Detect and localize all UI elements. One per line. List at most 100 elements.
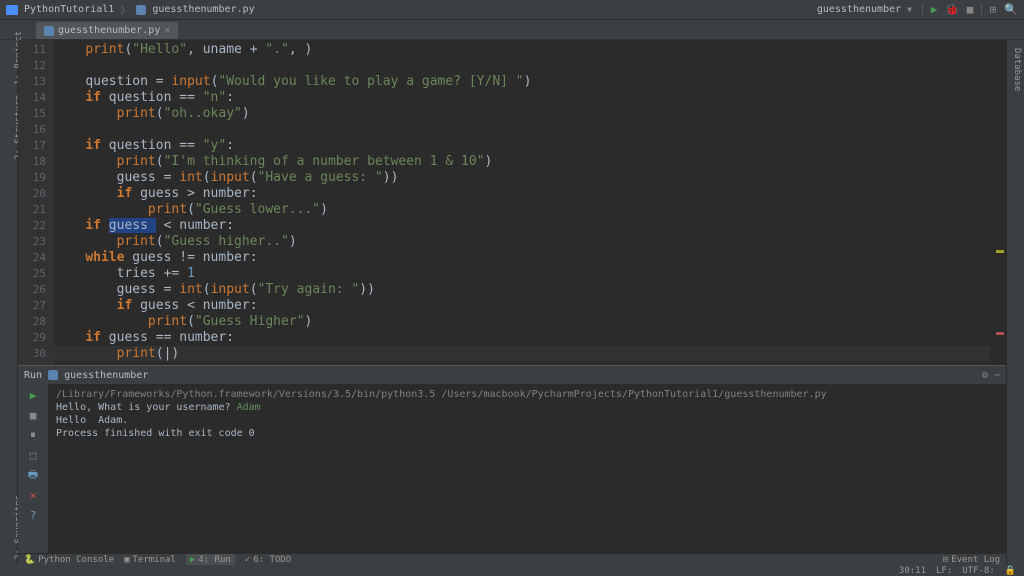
minimize-icon[interactable]: − [994,370,1000,381]
breadcrumb-project[interactable]: PythonTutorial1 [24,4,114,15]
cursor-position[interactable]: 30:11 [899,566,926,576]
editor-tabs: guessthenumber.py × [0,20,1024,40]
code-line[interactable] [54,122,990,138]
run-toolbar: ▶ ■ ⏸ ⬚ 🖶 ✕ ? [18,384,48,565]
error-marker[interactable] [996,332,1004,335]
code-line[interactable]: tries += 1 [54,266,990,282]
line-number[interactable]: 29 [18,330,54,346]
run-tool-window: Run guessthenumber ⚙ − ▶ ■ ⏸ ⬚ 🖶 ✕ ? /Li… [18,365,1006,565]
code-content[interactable]: print("Hello", uname + ".", ) question =… [54,40,990,376]
run-tool-button[interactable]: ▶ 4: Run [186,554,235,566]
line-number[interactable]: 19 [18,170,54,186]
run-config-selector[interactable]: guessthenumber ▼ [811,4,918,15]
bottom-tool-buttons: 🐍 Python Console ▣ Terminal ▶ 4: Run ✓ 6… [18,553,1006,565]
close-icon[interactable]: × [164,25,170,36]
lock-icon[interactable]: 🔒 [1005,566,1016,576]
line-number[interactable]: 30 [18,346,54,362]
event-log-button[interactable]: ⊟ Event Log [943,555,1000,565]
line-number[interactable]: 16 [18,122,54,138]
code-line[interactable]: if question == "n": [54,90,990,106]
top-toolbar: PythonTutorial1 〉 guessthenumber.py gues… [0,0,1024,20]
tab-label: guessthenumber.py [58,25,160,36]
run-button[interactable]: ▶ [927,3,941,17]
line-number[interactable]: 27 [18,298,54,314]
code-line[interactable]: guess = int(input("Try again: ")) [54,282,990,298]
line-number[interactable]: 28 [18,314,54,330]
python-file-icon [48,370,58,380]
line-number[interactable]: 23 [18,234,54,250]
code-editor[interactable]: 1112131415161718192021222324252627282930… [18,40,1006,376]
breadcrumb-file[interactable]: guessthenumber.py [152,4,254,15]
toolbar-actions: guessthenumber ▼ ▶ 🐞 ■ ⊞ 🔍 [811,3,1018,17]
file-encoding[interactable]: UTF-8: [962,566,995,576]
editor-tab[interactable]: guessthenumber.py × [36,22,178,39]
gear-icon[interactable]: ⚙ [982,370,988,381]
print-icon[interactable]: 🖶 [26,468,40,482]
code-line[interactable]: print("Guess higher..") [54,234,990,250]
code-line[interactable]: if guess > number: [54,186,990,202]
output-line: Process finished with exit code 0 [56,427,998,440]
line-number[interactable]: 25 [18,266,54,282]
line-number[interactable]: 14 [18,90,54,106]
python-console-button[interactable]: 🐍 Python Console [24,555,114,565]
run-output[interactable]: /Library/Frameworks/Python.framework/Ver… [48,384,1006,553]
code-line[interactable]: guess = int(input("Have a guess: ")) [54,170,990,186]
run-title: Run [24,370,42,381]
editor-scrollbar[interactable] [994,40,1006,376]
left-tool-sidebar: 1: Project 2: Structure 2: Favorites [0,40,18,565]
breadcrumb-separator: 〉 [120,2,130,17]
code-line[interactable]: print("Guess lower...") [54,202,990,218]
toolbar-separator [981,4,982,16]
line-number[interactable]: 15 [18,106,54,122]
line-number[interactable]: 11 [18,42,54,58]
code-line[interactable] [54,58,990,74]
dump-icon[interactable]: ⬚ [26,448,40,462]
tool-database[interactable]: Database [1012,48,1022,91]
python-file-icon [136,5,146,15]
close-icon[interactable]: ✕ [26,488,40,502]
code-line[interactable]: print("I'm thinking of a number between … [54,154,990,170]
code-line[interactable]: if guess == number: [54,330,990,346]
code-line[interactable]: print("Hello", uname + ".", ) [54,42,990,58]
code-line[interactable]: if question == "y": [54,138,990,154]
stop-button[interactable]: ■ [26,408,40,422]
line-number[interactable]: 20 [18,186,54,202]
warning-marker[interactable] [996,250,1004,253]
terminal-button[interactable]: ▣ Terminal [124,555,176,565]
right-tool-sidebar: Database [1006,40,1024,565]
gutter: 1112131415161718192021222324252627282930… [18,40,54,376]
status-bar: 30:11 LF: UTF-8: 🔒 [0,565,1024,576]
line-number[interactable]: 12 [18,58,54,74]
line-number[interactable]: 17 [18,138,54,154]
settings-icon[interactable]: ⊞ [986,3,1000,17]
stop-button[interactable]: ■ [963,3,977,17]
pause-icon[interactable]: ⏸ [26,428,40,442]
line-number[interactable]: 26 [18,282,54,298]
line-number[interactable]: 22 [18,218,54,234]
help-icon[interactable]: ? [26,508,40,522]
toolbar-separator [922,4,923,16]
line-separator[interactable]: LF: [936,566,952,576]
code-line[interactable]: print("Guess Higher") [54,314,990,330]
code-line[interactable]: if guess < number: [54,218,990,234]
code-line[interactable]: question = input("Would you like to play… [54,74,990,90]
debug-button[interactable]: 🐞 [945,3,959,17]
line-number[interactable]: 13 [18,74,54,90]
code-line[interactable]: if guess < number: [54,298,990,314]
python-file-icon [44,26,54,36]
run-header: Run guessthenumber ⚙ − [18,366,1006,384]
line-number[interactable]: 18 [18,154,54,170]
line-number[interactable]: 24 [18,250,54,266]
todo-button[interactable]: ✓ 6: TODO [245,555,291,565]
output-line: /Library/Frameworks/Python.framework/Ver… [56,388,998,401]
code-line[interactable]: print(|) [54,346,990,362]
line-number[interactable]: 21 [18,202,54,218]
chevron-down-icon: ▼ [907,5,912,14]
code-line[interactable]: while guess != number: [54,250,990,266]
code-line[interactable]: print("oh..okay") [54,106,990,122]
rerun-button[interactable]: ▶ [26,388,40,402]
breadcrumb: PythonTutorial1 〉 guessthenumber.py [6,2,255,17]
output-line: Hello Adam. [56,414,998,427]
output-line: Hello, What is your username? Adam [56,401,998,414]
search-icon[interactable]: 🔍 [1004,3,1018,17]
